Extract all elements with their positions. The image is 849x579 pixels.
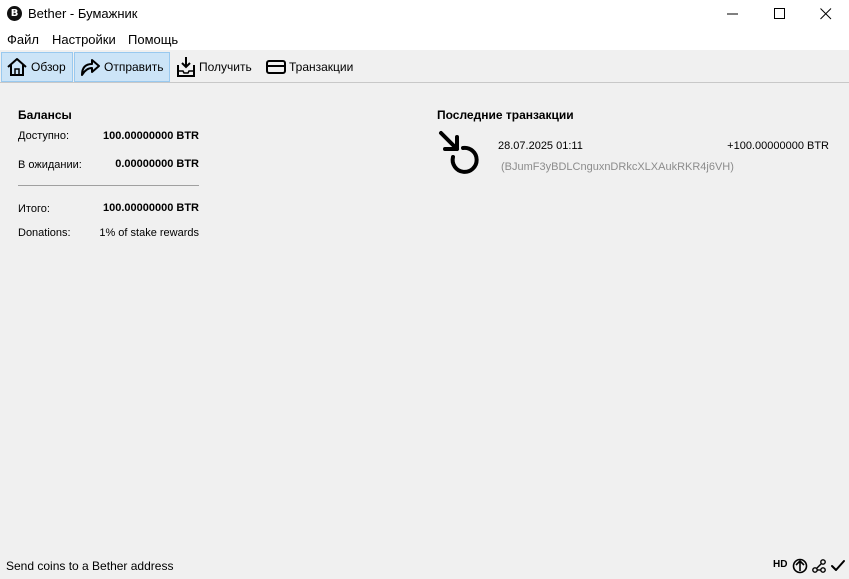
maximize-icon <box>774 8 785 19</box>
available-value: 100.00000000 BTR <box>102 130 199 142</box>
menu-help[interactable]: Помощь <box>128 32 178 47</box>
transactions-tab-label: Транзакции <box>289 60 354 74</box>
menu-file[interactable]: Файл <box>7 32 39 47</box>
receive-tab[interactable]: Получить <box>172 52 258 82</box>
total-value: 100.00000000 BTR <box>102 202 199 214</box>
send-tab[interactable]: Отправить <box>74 52 170 82</box>
transaction-date: 28.07.2025 01:11 <box>498 140 583 152</box>
maximize-button[interactable] <box>757 0 803 29</box>
close-icon <box>820 8 832 20</box>
receive-inbox-icon <box>177 57 195 77</box>
credit-card-icon <box>266 60 286 74</box>
title-bar: B Bether - Бумажник <box>0 0 849 29</box>
total-label: Итого: <box>18 203 50 215</box>
status-message: Send coins to a Bether address <box>6 559 174 573</box>
close-button[interactable] <box>803 0 849 29</box>
home-icon <box>7 58 27 76</box>
menu-settings[interactable]: Настройки <box>52 32 116 47</box>
receive-tab-label: Получить <box>199 60 252 74</box>
send-arrow-icon <box>81 59 100 76</box>
staking-globe-icon <box>792 558 808 574</box>
donations-value: 1% of stake rewards <box>99 227 199 239</box>
send-tab-label: Отправить <box>104 60 164 74</box>
stake-incoming-icon <box>439 131 479 174</box>
hd-wallet-indicator: HD <box>773 559 788 570</box>
menu-bar: Файл Настройки Помощь <box>0 29 849 50</box>
network-connections-icon <box>812 559 826 573</box>
status-bar: Send coins to a Bether address HD <box>0 555 849 579</box>
transaction-amount: +100.00000000 BTR <box>727 140 829 152</box>
transactions-tab[interactable]: Транзакции <box>262 52 362 82</box>
pending-value: 0.00000000 BTR <box>115 158 199 170</box>
overview-tab-label: Обзор <box>31 60 66 74</box>
balance-divider <box>18 185 199 186</box>
minimize-button[interactable] <box>710 0 756 29</box>
synced-checkmark-icon <box>831 560 845 571</box>
minimize-icon <box>727 13 738 15</box>
app-logo-icon: B <box>7 6 22 21</box>
balances-title: Балансы <box>18 108 72 122</box>
recent-transactions-title: Последние транзакции <box>437 108 574 122</box>
transaction-address: (BJumF3yBDLCnguxnDRkcXLXAukRKR4j6VH) <box>501 161 734 173</box>
overview-tab[interactable]: Обзор <box>1 52 73 82</box>
toolbar: Обзор Отправить Получить Транзакции <box>0 51 849 83</box>
window-title: Bether - Бумажник <box>28 6 138 21</box>
